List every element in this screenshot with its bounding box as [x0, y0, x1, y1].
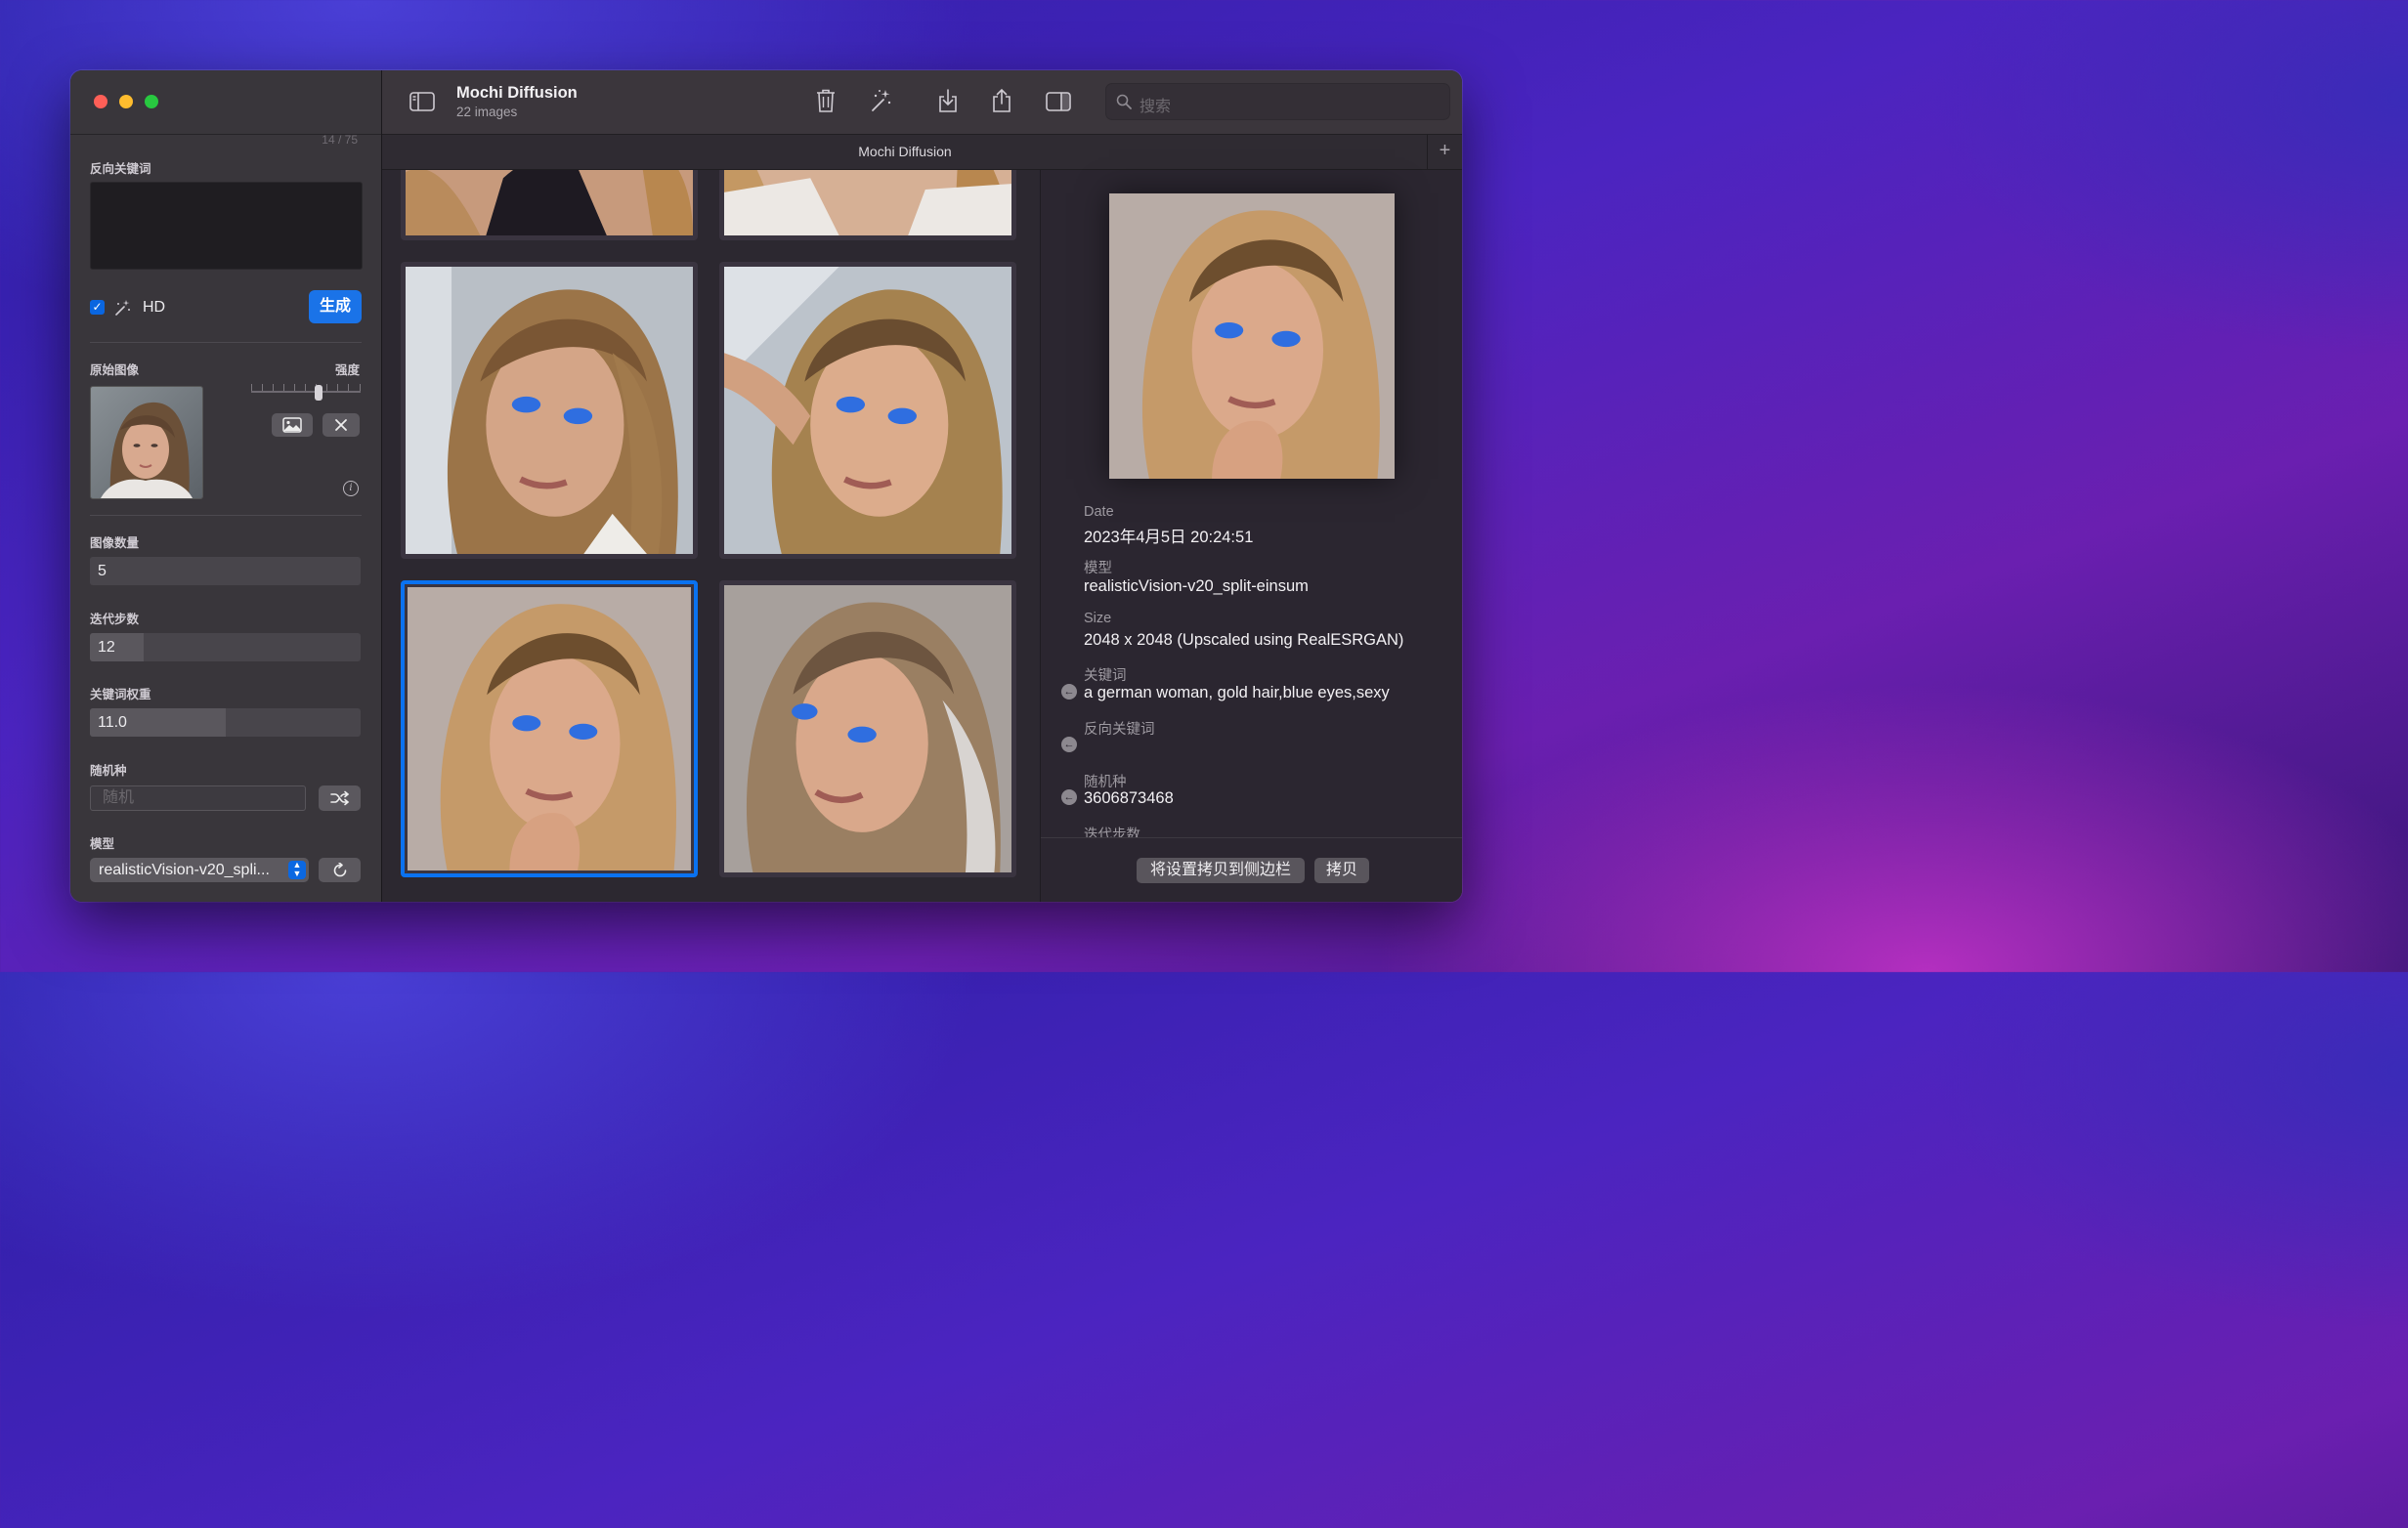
negative-prompt-input[interactable] — [90, 182, 363, 270]
slider-track — [251, 391, 361, 393]
guidance-label: 关键词权重 — [90, 688, 151, 701]
reload-models-button[interactable] — [319, 858, 361, 882]
negative-prompt-label: 反向关键词 — [1084, 722, 1155, 738]
magic-wand-icon[interactable] — [869, 88, 894, 113]
token-counter: 14 / 75 — [322, 133, 358, 147]
window-title: Mochi Diffusion — [456, 84, 578, 102]
seed-label: 随机种 — [90, 764, 127, 778]
date-value: 2023年4月5日 20:24:51 — [1084, 529, 1254, 546]
search-field[interactable]: 搜索 — [1105, 83, 1450, 120]
gallery-image[interactable] — [719, 580, 1016, 877]
source-image-label: 原始图像 — [90, 363, 140, 377]
size-label: Size — [1084, 611, 1112, 626]
steps-slider-field[interactable]: 12 — [90, 633, 361, 661]
strength-slider[interactable] — [251, 384, 361, 401]
image-count-field[interactable]: 5 — [90, 557, 361, 585]
strength-label: 强度 — [334, 363, 360, 377]
back-arrow-icon[interactable]: ← — [1061, 737, 1077, 752]
inspector-panel: Date 2023年4月5日 20:24:51 模型 realisticVisi… — [1040, 170, 1462, 902]
window-controls — [94, 95, 158, 108]
magic-wand-icon — [115, 300, 130, 316]
hd-row: ✓ HD 生成 — [90, 290, 362, 324]
steps-label: 迭代步数 — [90, 613, 140, 626]
plus-icon[interactable]: + — [1427, 135, 1462, 169]
shuffle-icon — [329, 790, 349, 806]
gallery-image[interactable] — [719, 262, 1016, 559]
tab-mochi-diffusion[interactable]: Mochi Diffusion — [382, 144, 1428, 159]
seed-input[interactable]: 随机 — [90, 785, 306, 811]
model-label: 模型 — [90, 837, 115, 851]
inspector-actions: 将设置拷贝到侧边栏 拷贝 — [1041, 837, 1462, 902]
date-label: Date — [1084, 504, 1114, 520]
divider — [90, 342, 362, 343]
close-icon — [335, 419, 347, 431]
inspector-toggle-icon[interactable] — [1046, 92, 1071, 111]
source-image-thumbnail[interactable] — [90, 386, 203, 499]
app-window: 14 / 75 反向关键词 ✓ HD 生成 原始图像 强度 i 图像数量 5 迭… — [70, 70, 1462, 902]
divider — [90, 515, 362, 516]
slider-knob[interactable] — [315, 385, 323, 401]
sidebar-toggle-icon[interactable] — [409, 92, 435, 111]
trash-icon[interactable] — [815, 88, 837, 113]
copy-button[interactable]: 拷贝 — [1314, 858, 1369, 883]
toolbar: Mochi Diffusion 22 images 搜索 — [382, 70, 1462, 135]
settings-sidebar: 14 / 75 反向关键词 ✓ HD 生成 原始图像 强度 i 图像数量 5 迭… — [70, 70, 382, 902]
hd-checkbox[interactable]: ✓ — [90, 300, 105, 315]
select-image-button[interactable] — [272, 413, 313, 437]
seed-value: 3606873468 — [1084, 789, 1174, 807]
size-value: 2048 x 2048 (Upscaled using RealESRGAN) — [1084, 631, 1404, 649]
image-gallery — [382, 170, 1039, 902]
refresh-icon — [333, 862, 346, 876]
negative-prompt-label: 反向关键词 — [90, 162, 151, 176]
hd-label: HD — [143, 299, 166, 316]
model-label: 模型 — [1084, 561, 1112, 576]
image-count-label: 图像数量 — [90, 536, 140, 550]
gallery-image-selected[interactable] — [401, 580, 698, 877]
model-value: realisticVision-v20_split-einsum — [1084, 577, 1309, 595]
chevron-updown-icon: ▲ ▼ — [288, 861, 306, 879]
zoom-window-button[interactable] — [145, 95, 158, 108]
random-seed-button[interactable] — [319, 785, 361, 811]
info-icon[interactable]: i — [343, 481, 359, 496]
generate-button[interactable]: 生成 — [309, 290, 362, 323]
copy-to-sidebar-button[interactable]: 将设置拷贝到侧边栏 — [1137, 858, 1305, 883]
search-placeholder: 搜索 — [1140, 99, 1172, 115]
clear-image-button[interactable] — [322, 413, 360, 437]
download-icon[interactable] — [937, 88, 959, 113]
back-arrow-icon[interactable]: ← — [1061, 684, 1077, 700]
image-count-subtitle: 22 images — [456, 105, 518, 119]
search-icon — [1116, 94, 1132, 109]
back-arrow-icon[interactable]: ← — [1061, 789, 1077, 805]
prompt-label: 关键词 — [1084, 668, 1127, 684]
minimize-window-button[interactable] — [119, 95, 133, 108]
guidance-slider-field[interactable]: 11.0 — [90, 708, 361, 737]
gallery-image[interactable] — [401, 170, 698, 240]
inspector-preview-image — [1109, 193, 1395, 480]
share-icon[interactable] — [991, 88, 1012, 113]
model-select[interactable]: realisticVision-v20_spli... ▲ ▼ — [90, 858, 309, 882]
tab-bar: Mochi Diffusion + — [382, 135, 1462, 170]
gallery-image[interactable] — [719, 170, 1016, 240]
image-icon — [282, 417, 302, 433]
close-window-button[interactable] — [94, 95, 108, 108]
gallery-image[interactable] — [401, 262, 698, 559]
seed-label: 随机种 — [1084, 775, 1127, 790]
prompt-value: a german woman, gold hair,blue eyes,sexy — [1084, 684, 1390, 701]
